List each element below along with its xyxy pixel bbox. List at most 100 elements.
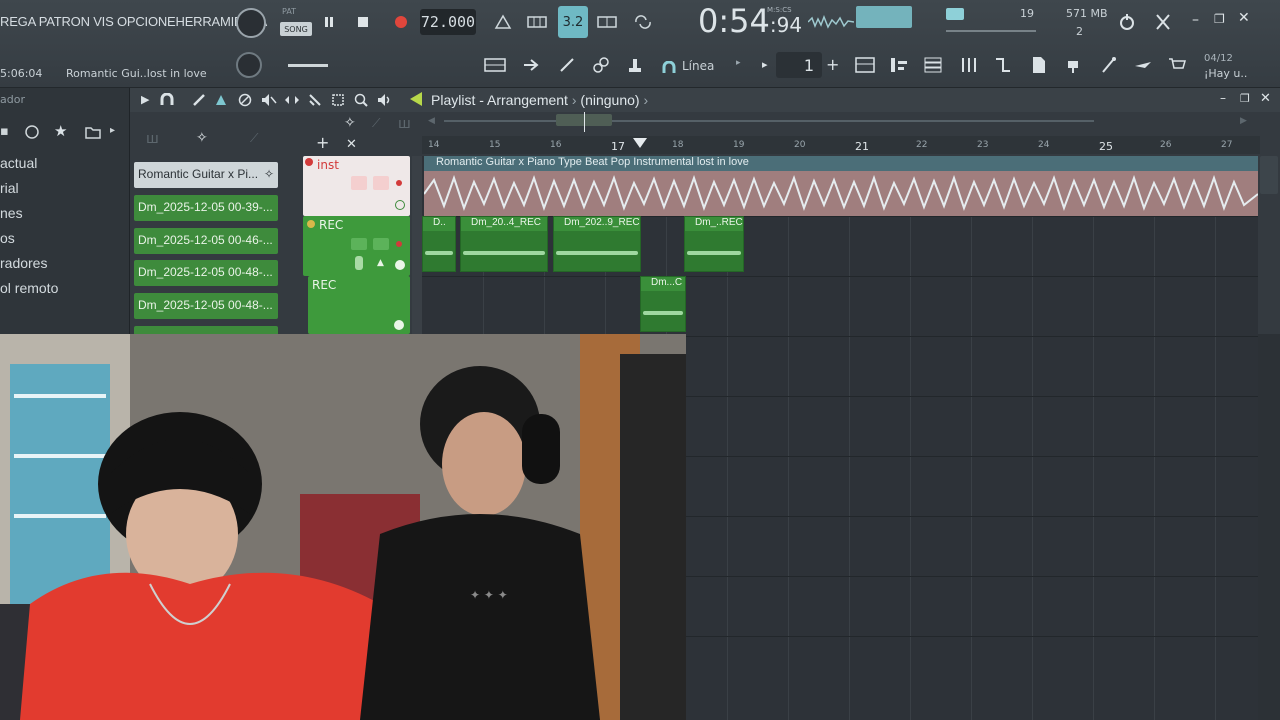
track-header[interactable]: inst (303, 156, 410, 216)
horizontal-scrollbar[interactable] (444, 120, 1094, 122)
track-audio-icon[interactable]: ✧ (344, 115, 356, 131)
link-button[interactable] (588, 52, 614, 78)
add-track-icon[interactable]: + (316, 133, 329, 152)
restore-window-icon[interactable]: ❐ (1214, 12, 1225, 26)
track-mic-icon[interactable] (355, 256, 363, 270)
browser-item[interactable]: ol remoto (0, 280, 58, 296)
delete-tool-button[interactable] (238, 92, 252, 111)
browser-folder-button[interactable] (85, 124, 101, 143)
vertical-scrollbar-thumb[interactable] (1260, 156, 1278, 194)
browser-button[interactable] (920, 52, 946, 78)
time-format-label[interactable]: M:S:CS (767, 6, 792, 14)
star-icon[interactable]: ★ (54, 122, 67, 140)
browser-item[interactable]: radores (0, 255, 47, 271)
minimize-window-icon[interactable]: – (1192, 12, 1199, 28)
track-mute-strip[interactable] (412, 156, 422, 334)
browser-globe-button[interactable] (25, 124, 39, 143)
track-lock-icon[interactable] (395, 260, 405, 270)
song-mode-button[interactable]: SONG (280, 22, 312, 36)
track-speaker-icon[interactable] (373, 176, 389, 190)
timeline-ruler[interactable] (422, 136, 1260, 154)
undo-button[interactable] (1114, 9, 1140, 35)
step-add-icon[interactable]: + (826, 55, 839, 74)
step-field[interactable]: 1 (776, 52, 822, 78)
snap-arrow-icon[interactable]: ▸ (736, 58, 741, 68)
clip-source-item[interactable]: Dm_2025-12-05 00-48-... (134, 293, 278, 319)
tools-button[interactable] (1150, 9, 1176, 35)
track-delete-icon[interactable]: ✕ (346, 137, 357, 152)
playlist-close-icon[interactable]: ✕ (1260, 91, 1271, 106)
pattern-mode-label[interactable]: PAT (282, 7, 296, 16)
clip-source-item[interactable]: Dm_2025-12-05 00-39-... (134, 195, 278, 221)
audio-clip-title[interactable]: Romantic Guitar x Piano Type Beat Pop In… (424, 156, 1258, 171)
select-tool-button[interactable] (331, 92, 345, 111)
pencil-tool-button[interactable] (192, 92, 206, 111)
playlist-maximize-icon[interactable]: ❐ (1240, 92, 1250, 105)
tempo-display[interactable]: 72.000 (420, 9, 476, 35)
pause-button[interactable] (316, 9, 342, 35)
metronome-button[interactable] (490, 9, 516, 35)
mixer-button[interactable] (956, 52, 982, 78)
draw-tool-button[interactable] (554, 52, 580, 78)
snap-toggle-button[interactable]: 3.2 (558, 6, 588, 38)
loop-record-button[interactable] (630, 9, 656, 35)
track-piano-icon[interactable]: ш (398, 116, 411, 132)
next-button[interactable] (518, 52, 544, 78)
slip-tool-button[interactable] (284, 92, 300, 111)
project-info-button[interactable] (1026, 52, 1052, 78)
touch-controller-button[interactable] (1096, 52, 1122, 78)
channel-rack-button[interactable] (852, 52, 878, 78)
track-speaker-icon[interactable] (373, 238, 389, 250)
playhead-marker[interactable] (633, 138, 647, 148)
master-volume-knob[interactable] (236, 8, 266, 38)
step-prev-icon[interactable]: ▸ (762, 58, 768, 71)
cloud-button[interactable] (1130, 52, 1156, 78)
news-text[interactable]: ¡Hay u.. (1204, 67, 1247, 80)
track-record-icon[interactable] (396, 241, 402, 247)
scroll-right-icon[interactable]: ▶ (1240, 116, 1247, 126)
track-volume-icon[interactable] (351, 238, 367, 250)
browser-item[interactable]: nes (0, 205, 23, 221)
close-window-icon[interactable]: ✕ (1238, 10, 1250, 26)
pattern-selector[interactable]: (ninguno) (580, 92, 639, 108)
record-button[interactable] (388, 9, 414, 35)
track-record-icon[interactable] (396, 180, 402, 186)
playlist-minimize-icon[interactable]: – (1220, 91, 1226, 105)
main-volume-slider[interactable] (288, 64, 328, 67)
clip-list-piano-icon[interactable]: ш (146, 131, 159, 147)
step-edit-button[interactable] (524, 9, 550, 35)
track-header[interactable]: REC (308, 276, 410, 334)
scroll-left-icon[interactable]: ◀ (428, 116, 435, 126)
rec-clip[interactable]: Dm_202..9_REC (553, 216, 641, 272)
track-header[interactable]: REC ▲ (303, 216, 410, 276)
rec-clip[interactable]: Dm_..REC (684, 216, 744, 272)
track-volume-icon[interactable] (351, 176, 367, 190)
rec-clip[interactable]: Dm_20..4_REC (460, 216, 548, 272)
browser-more-icon[interactable]: ▸ (110, 125, 115, 136)
rec-clip[interactable]: D.. (422, 216, 456, 272)
typing-keyboard-button[interactable] (594, 9, 620, 35)
zoom-tool-button[interactable] (354, 92, 368, 111)
playlist-arrow-button[interactable] (408, 91, 424, 111)
track-up-icon[interactable]: ▲ (377, 258, 384, 268)
pattern-selector-arrow[interactable]: › (643, 92, 648, 108)
clip-source-item[interactable]: Dm_2025-12-05 00-46-... (134, 228, 278, 254)
slice-tool-button[interactable] (308, 92, 322, 111)
track-mute-icon[interactable] (305, 158, 313, 166)
track-lock-icon[interactable] (395, 200, 405, 210)
playback-tool-button[interactable] (377, 92, 393, 111)
magnet-button[interactable] (656, 55, 682, 81)
plugin-manager-button[interactable] (1060, 52, 1086, 78)
master-pitch-indicator[interactable] (946, 8, 964, 20)
clip-list-audio-icon[interactable]: ✧ (196, 130, 208, 146)
clip-source-item[interactable]: Dm_2025-12-05 00-48-... (134, 260, 278, 286)
mute-tool-button[interactable] (261, 92, 277, 111)
piano-roll-button[interactable] (886, 52, 912, 78)
stamp-button[interactable] (622, 52, 648, 78)
shop-button[interactable] (1164, 52, 1190, 78)
browser-item[interactable]: os (0, 230, 15, 246)
browser-item[interactable]: rial (0, 180, 19, 196)
paint-tool-button[interactable] (214, 92, 228, 111)
track-lock-icon[interactable] (394, 320, 404, 330)
track-mute-icon[interactable] (307, 220, 315, 228)
